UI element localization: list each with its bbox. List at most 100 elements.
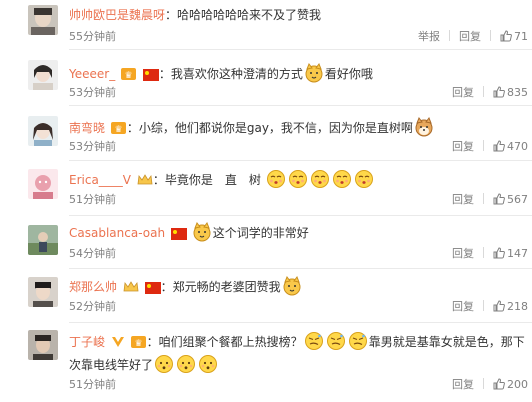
comment-line: 郑那么帅 ：郑元畅的老婆团赞我 <box>69 276 526 296</box>
comment-line-2: 次靠电线竿好了 <box>69 354 219 374</box>
username-link[interactable]: 丁子峻 <box>69 335 105 349</box>
timestamp: 51分钟前 <box>69 378 116 391</box>
comment-text: ：小综，他们都说你是gay，我不信，因为你是直树啊 <box>126 121 413 135</box>
comment-item: 帅帅欧巴是魏晨呀：哈哈哈哈哈哈来不及了赞我 55分钟前 举报 回复 71 <box>0 0 532 48</box>
svg-text:♛: ♛ <box>134 339 142 349</box>
like-button[interactable]: 567 <box>493 193 528 207</box>
avatar[interactable] <box>28 330 58 360</box>
divider <box>483 378 484 389</box>
emoji-row <box>303 332 369 350</box>
like-count: 470 <box>507 140 528 153</box>
divider <box>69 215 532 216</box>
like-button[interactable]: 71 <box>500 30 528 44</box>
like-button[interactable]: 200 <box>493 378 528 392</box>
comment-line: 丁子峻 ♛ ：咱们组聚个餐都上热搜榜？ 靠男就是基靠女就是色，那下 <box>69 331 526 351</box>
divider <box>483 193 484 204</box>
comment-text: ：毕竟你是 直 树 <box>152 173 261 187</box>
thumb-up-icon <box>493 247 505 259</box>
comment-item: 南弯晓 ♛ ：小综，他们都说你是gay，我不信，因为你是直树啊 53分钟前 回复 4… <box>0 111 532 159</box>
smirk-face-icon <box>304 332 323 350</box>
kiss-face-icon <box>310 170 329 188</box>
username-link[interactable]: 南弯晓 <box>69 121 105 135</box>
like-count: 567 <box>507 193 528 206</box>
comment-actions: 回复 470 <box>452 140 528 154</box>
divider <box>69 322 532 323</box>
timestamp: 52分钟前 <box>69 300 116 313</box>
username-link[interactable]: 帅帅欧巴是魏晨呀 <box>69 8 165 22</box>
avatar[interactable] <box>28 60 58 90</box>
divider <box>483 300 484 311</box>
china-flag-icon <box>144 282 161 294</box>
timestamp: 54分钟前 <box>69 247 116 260</box>
reply-button[interactable]: 回复 <box>452 193 474 207</box>
divider <box>69 160 532 161</box>
reply-button[interactable]: 回复 <box>452 378 474 392</box>
like-button[interactable]: 218 <box>493 300 528 314</box>
like-button[interactable]: 147 <box>493 247 528 261</box>
comment-item: Erica____V ：毕竟你是 直 树 51分钟前 回复 567 <box>0 166 532 214</box>
comment-text-tail: 看好你哦 <box>324 67 373 81</box>
timestamp: 51分钟前 <box>69 193 116 206</box>
like-count: 218 <box>507 300 528 313</box>
svg-text:♛: ♛ <box>124 71 132 81</box>
comment-text: ：哈哈哈哈哈哈来不及了赞我 <box>165 8 322 22</box>
comment-text-cont: 次靠电线竿好了 <box>69 358 154 372</box>
reply-button[interactable]: 回复 <box>452 140 474 154</box>
smirk-face-icon <box>348 332 367 350</box>
comment-line: Erica____V ：毕竟你是 直 树 <box>69 169 526 189</box>
avatar[interactable] <box>28 116 58 146</box>
comment-text: ：我喜欢你这种澄清的方式 <box>158 67 303 81</box>
reply-button[interactable]: 回复 <box>452 86 474 100</box>
divider <box>69 49 532 50</box>
avatar[interactable] <box>28 5 58 35</box>
reply-button[interactable]: 回复 <box>452 247 474 261</box>
comment-text: 这个词学的非常好 <box>212 226 309 240</box>
like-count: 200 <box>507 378 528 391</box>
comment-text: ：郑元畅的老婆团赞我 <box>160 280 281 294</box>
username-link[interactable]: Yeeeer_ <box>69 67 115 81</box>
dog-face-icon <box>193 222 211 242</box>
thumb-up-icon <box>493 300 505 312</box>
like-count: 71 <box>514 30 528 43</box>
divider <box>483 86 484 97</box>
shiba-face-icon <box>415 117 433 137</box>
vip-badge-icon: ♛ <box>110 122 126 135</box>
thumb-up-icon <box>493 378 505 390</box>
timestamp: 53分钟前 <box>69 86 116 99</box>
like-count: 835 <box>507 86 528 99</box>
crown-badge-icon <box>137 174 153 185</box>
blush-face-icon <box>199 355 218 373</box>
comment-line: 帅帅欧巴是魏晨呀：哈哈哈哈哈哈来不及了赞我 <box>69 7 526 23</box>
divider <box>483 247 484 258</box>
thumb-up-icon <box>493 193 505 205</box>
reply-button[interactable]: 回复 <box>452 300 474 314</box>
kiss-face-icon <box>332 170 351 188</box>
avatar[interactable] <box>28 169 58 199</box>
comment-line: Casablanca-oah 这个词学的非常好 <box>69 222 526 242</box>
comment-actions: 回复 218 <box>452 300 528 314</box>
divider <box>483 140 484 151</box>
report-button[interactable]: 举报 <box>418 30 440 44</box>
username-link[interactable]: Erica____V <box>69 173 131 187</box>
like-button[interactable]: 835 <box>493 86 528 100</box>
avatar[interactable] <box>28 277 58 307</box>
china-flag-icon <box>170 228 187 240</box>
reply-button[interactable]: 回复 <box>459 30 481 44</box>
comment-item: Casablanca-oah 这个词学的非常好 54分钟前 回复 147 <box>0 220 532 268</box>
comment-actions: 回复 200 <box>452 378 528 392</box>
username-link[interactable]: Casablanca-oah <box>69 226 165 240</box>
username-link[interactable]: 郑那么帅 <box>69 280 117 294</box>
china-flag-icon <box>142 69 159 81</box>
emoji-row <box>265 170 375 188</box>
blush-face-icon <box>155 355 174 373</box>
vip-badge-icon: ♛ <box>121 68 137 81</box>
comment-item: 丁子峻 ♛ ：咱们组聚个餐都上热搜榜？ 靠男就是基靠女就是色，那下 次靠电线竿好了 … <box>0 327 532 402</box>
timestamp: 55分钟前 <box>69 30 116 43</box>
comment-actions: 回复 147 <box>452 247 528 261</box>
avatar[interactable] <box>28 225 58 255</box>
svg-text:♛: ♛ <box>114 125 122 135</box>
thumb-up-icon <box>500 30 512 42</box>
blush-face-icon <box>177 355 196 373</box>
smirk-face-icon <box>326 332 345 350</box>
like-button[interactable]: 470 <box>493 140 528 154</box>
